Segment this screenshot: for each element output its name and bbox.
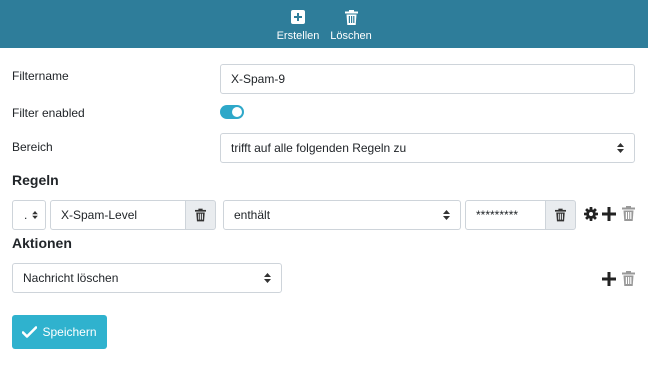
check-icon (22, 326, 38, 338)
top-toolbar: Erstellen Löschen (0, 0, 648, 48)
save-button[interactable]: Speichern (12, 315, 107, 349)
create-label: Erstellen (276, 30, 320, 42)
trash-icon (621, 271, 635, 286)
trash-icon (195, 208, 206, 222)
rule-operator-value: enthält (234, 208, 271, 222)
bereich-value: trifft auf alle folgenden Regeln zu (231, 141, 407, 155)
add-rule-button[interactable] (601, 206, 617, 222)
select-arrows-icon (264, 273, 271, 283)
delete-button[interactable]: Löschen (327, 0, 375, 48)
actions-heading: Aktionen (12, 235, 72, 251)
rule-settings-button[interactable] (583, 206, 598, 222)
plus-icon (602, 272, 616, 286)
rule-prefix-select[interactable]: . (12, 200, 46, 230)
rule-value-input[interactable]: ********* (465, 200, 546, 230)
rule-header-input[interactable]: X-Spam-Level (50, 200, 186, 230)
rule-prefix-value: . (24, 208, 28, 222)
create-button[interactable]: Erstellen (274, 0, 322, 48)
trash-icon (344, 9, 358, 25)
filter-enabled-toggle[interactable] (220, 105, 244, 119)
rule-value-value: ********* (476, 208, 519, 222)
filtername-label: Filtername (12, 69, 69, 83)
plus-icon (602, 207, 616, 221)
action-value: Nachricht löschen (23, 271, 119, 285)
remove-action-button[interactable] (620, 270, 636, 287)
bereich-select[interactable]: trifft auf alle folgenden Regeln zu (220, 133, 635, 163)
rules-heading: Regeln (12, 172, 59, 188)
select-arrows-icon (617, 143, 624, 153)
filtername-value: X-Spam-9 (231, 72, 286, 86)
select-arrows-icon (32, 211, 38, 219)
trash-icon (621, 206, 635, 221)
toggle-knob (232, 107, 242, 117)
add-action-button[interactable] (601, 271, 617, 287)
rule-value-clear-button[interactable] (545, 200, 576, 230)
save-label: Speichern (42, 325, 97, 339)
delete-label: Löschen (330, 30, 372, 42)
rule-header-value: X-Spam-Level (61, 208, 138, 222)
filter-enabled-label: Filter enabled (12, 106, 85, 120)
filtername-input[interactable]: X-Spam-9 (220, 64, 635, 94)
action-select[interactable]: Nachricht löschen (12, 263, 282, 293)
plus-square-icon (291, 9, 305, 25)
rule-header-clear-button[interactable] (185, 200, 216, 230)
bereich-label: Bereich (12, 140, 53, 154)
select-arrows-icon (443, 210, 450, 220)
gear-icon (583, 207, 598, 221)
remove-rule-button[interactable] (620, 205, 636, 222)
trash-icon (555, 208, 566, 222)
rule-operator-select[interactable]: enthält (223, 200, 461, 230)
